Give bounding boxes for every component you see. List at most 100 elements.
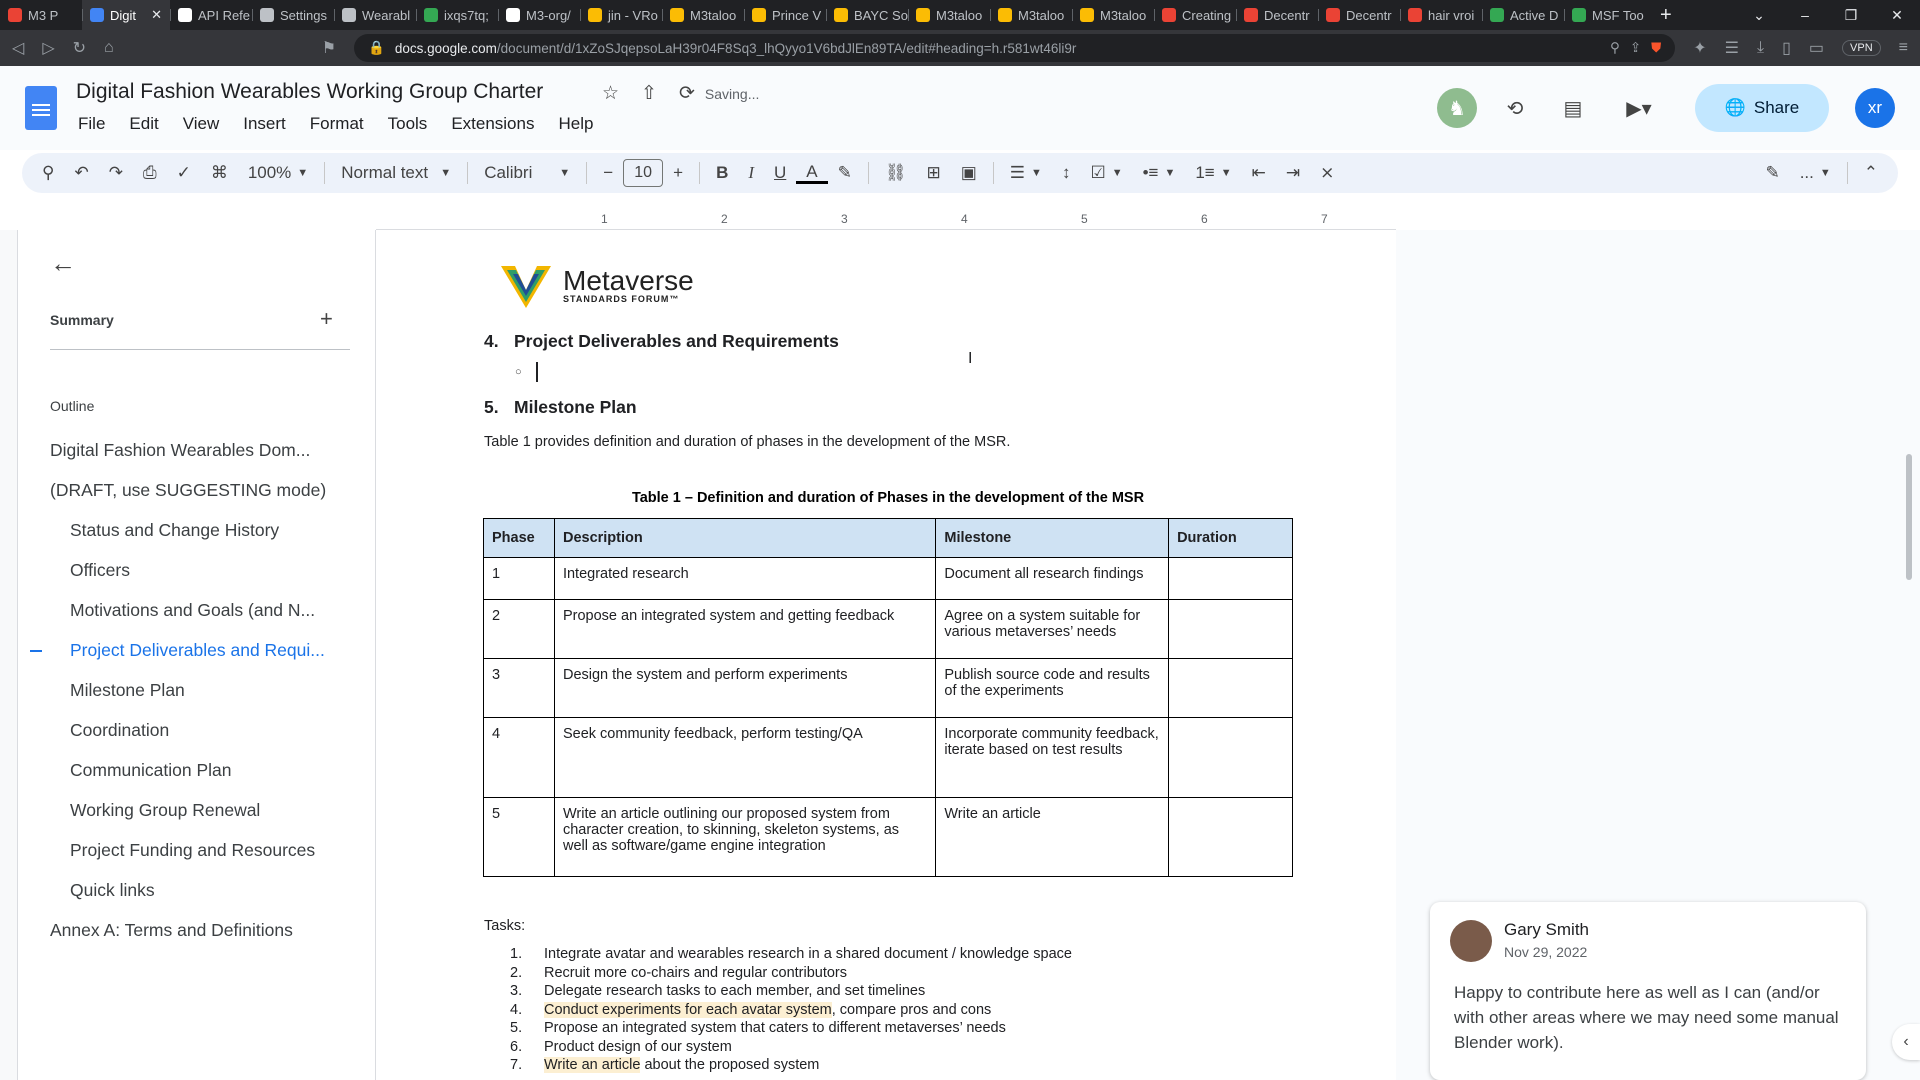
menu-insert[interactable]: Insert xyxy=(231,114,298,134)
table-cell[interactable] xyxy=(1168,797,1293,877)
table-cell[interactable]: 5 xyxy=(483,797,555,877)
table-cell[interactable]: Document all research findings xyxy=(935,557,1170,600)
table-caption[interactable]: Table 1 – Definition and duration of Pha… xyxy=(484,490,1292,506)
browser-tab[interactable]: Decentr xyxy=(1236,0,1318,30)
browser-tab[interactable]: M3 P xyxy=(0,0,82,30)
bookmark-icon[interactable]: ⚑ xyxy=(322,38,336,58)
task-item[interactable]: 1. Integrate avatar and wearables researc… xyxy=(510,946,1072,965)
outline-item[interactable]: Milestone Plan xyxy=(70,680,185,701)
numbered-list-icon[interactable]: 1≡ ▼ xyxy=(1185,163,1241,183)
new-tab-button[interactable]: + xyxy=(1646,4,1686,27)
browser-tab[interactable]: Decentr xyxy=(1318,0,1400,30)
table-cell[interactable]: Write an article outlining our proposed … xyxy=(553,797,937,877)
scrollbar-thumb[interactable] xyxy=(1906,454,1912,580)
browser-tab[interactable]: M3taloo xyxy=(1072,0,1154,30)
table-header-cell[interactable]: Milestone xyxy=(935,518,1170,558)
text-color-icon[interactable]: A xyxy=(796,162,828,184)
close-window-button[interactable]: ✕ xyxy=(1874,7,1920,24)
outline-item[interactable]: Annex A: Terms and Definitions xyxy=(50,920,293,941)
add-comment-icon[interactable]: ⊞ xyxy=(916,163,950,183)
add-summary-icon[interactable]: + xyxy=(320,306,333,332)
reload-icon[interactable]: ↻ xyxy=(73,38,86,58)
undo-icon[interactable]: ↶ xyxy=(64,163,98,183)
style-select[interactable]: Normal text ▼ xyxy=(331,163,461,183)
table-cell[interactable] xyxy=(1168,557,1293,600)
task-item[interactable]: 5. Propose an integrated system that cate… xyxy=(510,1020,1072,1039)
table-cell[interactable]: Design the system and perform experiment… xyxy=(553,658,937,718)
add-on-icon[interactable]: ♞ xyxy=(1437,88,1477,128)
playlist-icon[interactable]: ☰ xyxy=(1725,38,1739,58)
browser-tab[interactable]: Prince V xyxy=(744,0,826,30)
version-history-icon[interactable]: ⟲ xyxy=(1495,88,1535,128)
browser-tab[interactable]: M3taloo xyxy=(908,0,990,30)
zoom-icon[interactable]: ⚲ xyxy=(1610,40,1620,56)
bold-icon[interactable]: B xyxy=(706,163,738,183)
editing-mode-icon[interactable]: ✎ xyxy=(1755,163,1789,183)
browser-tab[interactable]: MSF Too xyxy=(1564,0,1646,30)
table-header-cell[interactable]: Duration xyxy=(1168,518,1293,558)
wallet-icon[interactable]: ▭ xyxy=(1809,38,1824,58)
minimize-button[interactable]: – xyxy=(1782,7,1828,24)
spellcheck-icon[interactable]: ✓ xyxy=(167,163,201,183)
decrease-indent-icon[interactable]: ⇤ xyxy=(1242,163,1276,183)
close-tab-icon[interactable]: ✕ xyxy=(151,7,162,23)
browser-tab[interactable]: M3taloo xyxy=(662,0,744,30)
bulleted-list-icon[interactable]: •≡ ▼ xyxy=(1133,163,1186,183)
table-cell[interactable]: 2 xyxy=(483,599,555,659)
tasks-list[interactable]: 1. Integrate avatar and wearables researc… xyxy=(510,946,1072,1076)
table-header-cell[interactable]: Phase xyxy=(483,518,555,558)
comment-card[interactable]: Gary Smith Nov 29, 2022 Happy to contrib… xyxy=(1430,902,1866,1080)
font-select[interactable]: Calibri ▼ xyxy=(474,163,580,183)
side-panel-toggle-icon[interactable]: ‹ xyxy=(1892,1024,1920,1060)
docs-logo-icon[interactable] xyxy=(25,86,57,130)
table-header-cell[interactable]: Description xyxy=(553,518,937,558)
table-cell[interactable]: Seek community feedback, perform testing… xyxy=(553,717,937,798)
outline-item[interactable]: Working Group Renewal xyxy=(70,800,260,821)
browser-tab[interactable]: Creating xyxy=(1154,0,1236,30)
table-cell[interactable] xyxy=(1168,717,1293,798)
brave-shield-icon[interactable]: ⛊ xyxy=(1651,40,1661,56)
clear-formatting-icon[interactable]: ⨯ xyxy=(1310,163,1344,183)
table-cell[interactable]: Write an article xyxy=(935,797,1170,877)
checklist-icon[interactable]: ☑ ▼ xyxy=(1080,163,1132,183)
vpn-badge[interactable]: VPN xyxy=(1842,40,1881,56)
task-item[interactable]: 3. Delegate research tasks to each member… xyxy=(510,983,1072,1002)
insert-link-icon[interactable]: ⛓ xyxy=(875,163,917,183)
highlight-icon[interactable]: ✎ xyxy=(828,163,862,183)
increase-indent-icon[interactable]: ⇥ xyxy=(1276,163,1310,183)
table-intro-paragraph[interactable]: Table 1 provides definition and duration… xyxy=(484,434,1010,450)
outline-item[interactable]: Motivations and Goals (and N... xyxy=(70,600,315,621)
underline-icon[interactable]: U xyxy=(764,163,796,183)
more-options-button[interactable]: ... ▼ xyxy=(1790,163,1841,183)
download-icon[interactable]: ⤓ xyxy=(1757,39,1764,57)
browser-tab[interactable]: BAYC So xyxy=(826,0,908,30)
align-icon[interactable]: ☰ ▼ xyxy=(1000,163,1052,183)
comments-icon[interactable]: ▤ xyxy=(1553,88,1593,128)
extensions-icon[interactable]: ✦ xyxy=(1693,38,1706,58)
outline-item[interactable]: Officers xyxy=(70,560,130,581)
table-cell[interactable]: 4 xyxy=(483,717,555,798)
table-cell[interactable]: 1 xyxy=(483,557,555,600)
collapse-menus-icon[interactable]: ⌃ xyxy=(1854,163,1888,183)
browser-tab[interactable]: Digit ✕ xyxy=(82,0,170,30)
italic-icon[interactable]: I xyxy=(738,163,764,183)
outline-item[interactable]: Quick links xyxy=(70,880,155,901)
maximize-button[interactable]: ❐ xyxy=(1828,7,1874,24)
line-spacing-icon[interactable]: ↕ xyxy=(1052,163,1081,183)
table-cell[interactable] xyxy=(1168,658,1293,718)
table-cell[interactable]: Integrated research xyxy=(553,557,937,600)
zoom-select[interactable]: 100% ▼ xyxy=(238,163,318,183)
heading-project-deliverables[interactable]: 4. Project Deliverables and Requirements xyxy=(484,331,839,352)
tab-search-icon[interactable]: ⌄ xyxy=(1736,7,1782,24)
browser-tab[interactable]: Active D xyxy=(1482,0,1564,30)
browser-tab[interactable]: Settings xyxy=(252,0,334,30)
tasks-label[interactable]: Tasks: xyxy=(484,918,525,934)
menu-format[interactable]: Format xyxy=(298,114,376,134)
browser-tab[interactable]: M3-org/ xyxy=(498,0,580,30)
menu-view[interactable]: View xyxy=(171,114,232,134)
outline-item[interactable]: Project Funding and Resources xyxy=(70,840,315,861)
menu-file[interactable]: File xyxy=(66,114,117,134)
table-cell[interactable]: Publish source code and results of the e… xyxy=(935,658,1170,718)
task-item[interactable]: 6. Product design of our system xyxy=(510,1039,1072,1058)
browser-menu-icon[interactable]: ≡ xyxy=(1899,39,1908,57)
